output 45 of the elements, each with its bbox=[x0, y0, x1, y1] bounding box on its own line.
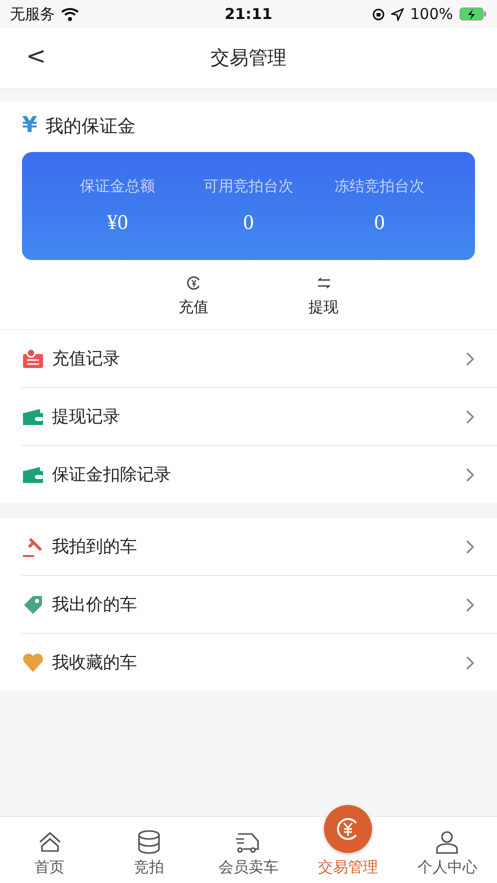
gavel-icon bbox=[22, 536, 44, 558]
clock-text: 21:11 bbox=[224, 5, 272, 23]
tab[interactable]: 竞拍 bbox=[99, 817, 199, 883]
location-arrow-icon bbox=[391, 8, 404, 20]
coin-stack-icon bbox=[136, 829, 162, 855]
battery-charging-icon bbox=[459, 7, 487, 21]
back-button[interactable]: < bbox=[20, 42, 52, 70]
menu-item[interactable]: 保证金扣除记录 bbox=[52, 463, 457, 486]
chevron-icon bbox=[465, 538, 475, 554]
section-title: 我的保证金 bbox=[45, 114, 136, 138]
chevron-icon bbox=[465, 350, 475, 366]
tag-icon bbox=[22, 594, 44, 616]
swap-arrows-icon bbox=[316, 276, 330, 290]
menu-item[interactable]: 我收藏的车 bbox=[52, 651, 457, 674]
tab[interactable]: 个人中心 bbox=[398, 817, 497, 883]
person-icon bbox=[434, 829, 460, 855]
menu-item[interactable]: 提现记录 bbox=[52, 405, 457, 428]
tab[interactable]: 会员卖车 bbox=[198, 817, 298, 883]
stat-value: ¥0 bbox=[107, 210, 128, 235]
menu-item[interactable]: 充值记录 bbox=[52, 347, 457, 370]
stat-value: 0 bbox=[243, 210, 254, 235]
menu-item[interactable]: 我出价的车 bbox=[52, 593, 457, 616]
yuan-coin-icon bbox=[186, 276, 200, 290]
receipt-icon bbox=[22, 348, 44, 370]
stat-label: 冻结竞拍台次 bbox=[334, 177, 424, 196]
stat-label: 保证金总额 bbox=[80, 177, 155, 196]
tab[interactable]: 首页 bbox=[0, 817, 100, 883]
stat-label: 可用竞拍台次 bbox=[204, 177, 294, 196]
home-icon bbox=[36, 829, 63, 855]
page-title: 交易管理 bbox=[210, 46, 286, 71]
rotation-lock-icon bbox=[372, 8, 386, 20]
chevron-icon bbox=[465, 654, 475, 670]
carrier-text: 无服务 bbox=[10, 4, 55, 24]
chevron-icon bbox=[465, 408, 475, 424]
menu-item[interactable]: 我拍到的车 bbox=[52, 535, 457, 558]
battery-percent: 100% bbox=[410, 5, 453, 23]
chevron-icon bbox=[465, 596, 475, 612]
action-button[interactable]: 充值 bbox=[168, 276, 218, 317]
heart-icon bbox=[22, 652, 44, 674]
yuan-symbol: ¥ bbox=[22, 113, 38, 138]
stat-value: 0 bbox=[374, 210, 385, 235]
tab[interactable]: 交易管理 bbox=[298, 803, 398, 883]
wifi-icon bbox=[61, 7, 79, 21]
action-button[interactable]: 提现 bbox=[298, 276, 348, 317]
chevron-icon bbox=[465, 466, 475, 482]
